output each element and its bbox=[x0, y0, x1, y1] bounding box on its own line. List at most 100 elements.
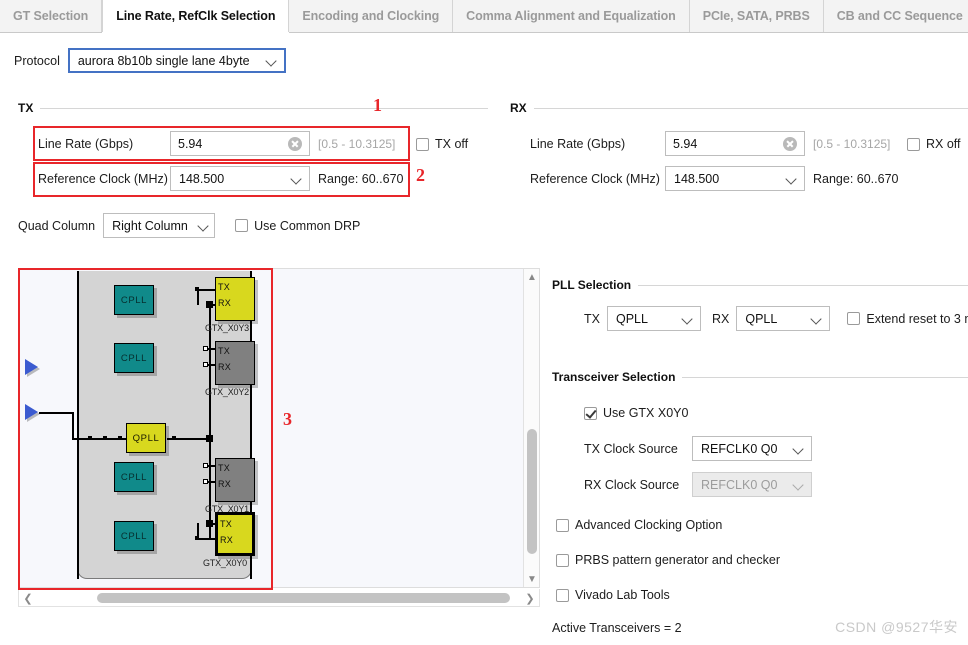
tab-pcie-sata-prbs[interactable]: PCIe, SATA, PRBS bbox=[690, 0, 824, 32]
pin-stub bbox=[207, 481, 216, 483]
pll-rx-select[interactable]: QPLL bbox=[736, 306, 831, 331]
tx-line-rate-label: Line Rate (Gbps) bbox=[38, 136, 134, 151]
transceiver-label-gtx-x0y2: GTX_X0Y2 bbox=[205, 387, 249, 397]
pll-tx-label: TX bbox=[584, 311, 600, 326]
rx-line-rate-range: [0.5 - 10.3125] bbox=[813, 136, 891, 151]
clear-icon[interactable] bbox=[783, 136, 797, 151]
pin-connector bbox=[203, 362, 208, 367]
right-settings-panel: PLL Selection TX QPLL RX QPLL Extend res… bbox=[552, 278, 968, 635]
wire-v-y3 bbox=[197, 290, 199, 305]
prbs-checkbox[interactable]: PRBS pattern generator and checker bbox=[556, 553, 780, 567]
tx-clock-source-select[interactable]: REFCLK0 Q0 bbox=[692, 436, 812, 461]
chevron-down-icon bbox=[793, 443, 805, 455]
tab-cb-and-cc-sequence[interactable]: CB and CC Sequence bbox=[824, 0, 968, 32]
checkbox-icon bbox=[235, 219, 249, 232]
rx-refclk-select[interactable]: 148.500 bbox=[665, 166, 805, 191]
chevron-down-icon bbox=[811, 313, 823, 325]
divider bbox=[682, 376, 968, 378]
scroll-right-icon[interactable]: ❯ bbox=[523, 591, 537, 605]
watermark: CSDN @9527华安 bbox=[835, 619, 958, 635]
protocol-select[interactable]: aurora 8b10b single lane 4byte bbox=[67, 48, 286, 73]
checkbox-icon bbox=[556, 588, 569, 602]
refclk-input-arrow-icon-1[interactable] bbox=[25, 404, 38, 420]
diagram-horizontal-scrollbar[interactable]: ❮ ❯ bbox=[18, 589, 540, 607]
tx-pin-label: TX bbox=[218, 346, 231, 356]
refclk-input-arrow-icon-0[interactable] bbox=[25, 359, 38, 375]
pll-block-cpll-1[interactable]: CPLL bbox=[114, 343, 154, 373]
pll-selection-title: PLL Selection bbox=[552, 278, 632, 292]
use-common-drp-label: Use Common DRP bbox=[254, 218, 361, 233]
tab-label: Line Rate, RefClk Selection bbox=[116, 9, 276, 23]
rx-pin-label: RX bbox=[220, 535, 234, 545]
transceiver-selection-title: Transceiver Selection bbox=[552, 370, 676, 384]
checkbox-icon bbox=[416, 137, 429, 151]
pin-stub bbox=[207, 348, 216, 350]
chevron-down-icon bbox=[291, 173, 303, 185]
wire-node bbox=[103, 436, 107, 440]
tab-line-rate-refclk-selection[interactable]: Line Rate, RefClk Selection bbox=[102, 0, 290, 33]
tab-gt-selection[interactable]: GT Selection bbox=[0, 0, 103, 32]
tx-line-rate-input[interactable]: 5.94 bbox=[170, 131, 310, 156]
pll-block-cpll-0[interactable]: CPLL bbox=[114, 285, 154, 315]
pll-selection-row: TX QPLL RX QPLL Extend reset to 3 ms bbox=[584, 306, 968, 331]
tx-refclk-select[interactable]: 148.500 bbox=[170, 166, 310, 191]
transceiver-diagram-panel[interactable]: CPLL CPLL QPLL CPLL CPLL TX RX GTX_X0Y3 … bbox=[18, 268, 540, 588]
pll-tx-select[interactable]: QPLL bbox=[606, 306, 701, 331]
scrollbar-thumb[interactable] bbox=[527, 429, 537, 554]
divider bbox=[533, 107, 968, 109]
vivado-lab-tools-checkbox[interactable]: Vivado Lab Tools bbox=[556, 588, 670, 602]
quad-column-select[interactable]: Right Column bbox=[103, 213, 216, 238]
pll-block-cpll-3[interactable]: CPLL bbox=[114, 521, 154, 551]
advanced-clocking-checkbox[interactable]: Advanced Clocking Option bbox=[556, 518, 722, 532]
rx-line-rate-input[interactable]: 5.94 bbox=[665, 131, 805, 156]
transceiver-block-gtx-x0y1[interactable]: TX RX bbox=[215, 458, 255, 502]
tx-off-checkbox[interactable]: TX off bbox=[416, 137, 468, 151]
pll-label: CPLL bbox=[120, 294, 148, 306]
use-common-drp-checkbox[interactable]: Use Common DRP bbox=[235, 219, 360, 233]
pll-label: CPLL bbox=[120, 530, 148, 542]
transceiver-label-gtx-x0y3: GTX_X0Y3 bbox=[205, 323, 249, 333]
divider bbox=[638, 284, 968, 286]
quad-left-edge bbox=[77, 271, 79, 579]
use-gtx-checkbox[interactable]: Use GTX X0Y0 bbox=[584, 406, 688, 420]
checkbox-icon bbox=[847, 312, 861, 325]
scroll-down-icon[interactable]: ▼ bbox=[524, 571, 539, 587]
quad-column-row: Quad Column Right Column Use Common DRP bbox=[18, 213, 360, 238]
chevron-down-icon bbox=[198, 220, 208, 232]
rx-clock-source-value: REFCLK0 Q0 bbox=[701, 477, 778, 492]
checkbox-icon bbox=[907, 137, 920, 151]
rx-clock-source-select[interactable]: REFCLK0 Q0 bbox=[692, 472, 812, 497]
wire-junction bbox=[206, 301, 213, 308]
scrollbar-thumb[interactable] bbox=[97, 593, 510, 603]
rx-pin-label: RX bbox=[218, 362, 232, 372]
extend-reset-checkbox[interactable]: Extend reset to 3 ms bbox=[847, 312, 968, 326]
rx-pin-label: RX bbox=[218, 298, 232, 308]
wire-node bbox=[88, 436, 92, 440]
transceiver-label-gtx-x0y0: GTX_X0Y0 bbox=[203, 558, 247, 568]
use-gtx-label: Use GTX X0Y0 bbox=[603, 406, 689, 420]
tx-section-header: TX bbox=[18, 101, 488, 115]
protocol-value: aurora 8b10b single lane 4byte bbox=[77, 53, 250, 68]
scroll-up-icon[interactable]: ▲ bbox=[524, 269, 539, 285]
clear-icon[interactable] bbox=[288, 136, 302, 151]
tx-clock-source-label: TX Clock Source bbox=[584, 441, 678, 456]
transceiver-block-gtx-x0y0[interactable]: TX RX bbox=[215, 512, 255, 556]
pll-block-cpll-2[interactable]: CPLL bbox=[114, 462, 154, 492]
scroll-left-icon[interactable]: ❮ bbox=[21, 591, 35, 605]
transceiver-block-gtx-x0y3[interactable]: TX RX bbox=[215, 277, 255, 321]
rx-refclk-label: Reference Clock (MHz) bbox=[530, 171, 660, 186]
pin-connector bbox=[203, 346, 208, 351]
extend-reset-label: Extend reset to 3 ms bbox=[866, 311, 968, 326]
rx-clock-source-row: RX Clock Source REFCLK0 Q0 bbox=[584, 472, 812, 497]
pin-stub bbox=[207, 465, 216, 467]
rx-off-checkbox[interactable]: RX off bbox=[907, 137, 961, 151]
pll-block-qpll[interactable]: QPLL bbox=[126, 423, 166, 453]
checkbox-icon bbox=[584, 406, 597, 420]
diagram-vertical-scrollbar[interactable]: ▲ ▼ bbox=[523, 269, 539, 587]
transceiver-block-gtx-x0y2[interactable]: TX RX bbox=[215, 341, 255, 385]
tab-label: CB and CC Sequence bbox=[836, 9, 963, 23]
rx-clock-source-label: RX Clock Source bbox=[584, 477, 680, 492]
tab-comma-alignment-and-equalization[interactable]: Comma Alignment and Equalization bbox=[453, 0, 690, 32]
tab-encoding-and-clocking[interactable]: Encoding and Clocking bbox=[289, 0, 454, 32]
wire-v-0 bbox=[72, 412, 74, 439]
